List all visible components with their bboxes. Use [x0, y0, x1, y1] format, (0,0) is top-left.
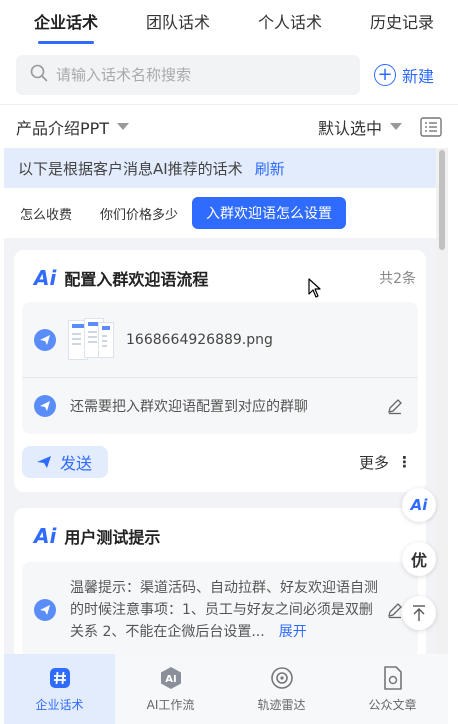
- script-list[interactable]: Ai 配置入群欢迎语流程 共2条 1668664926889.png 还需要把入…: [4, 238, 436, 654]
- search-icon: [30, 64, 48, 86]
- card-items: 1668664926889.png 还需要把入群欢迎语配置到对应的群聊: [22, 302, 418, 434]
- nav-label: AI工作流: [146, 697, 195, 712]
- nav-ai-workflow[interactable]: AI AI工作流: [115, 654, 226, 724]
- plus-circle-icon: +: [374, 64, 396, 86]
- new-label: 新建: [402, 67, 435, 86]
- search-input[interactable]: [56, 66, 346, 84]
- back-to-top-button[interactable]: [402, 596, 436, 630]
- nav-label: 企业话术: [35, 697, 84, 712]
- tab-personal-scripts[interactable]: 个人话术: [234, 0, 346, 46]
- send-label: 发送: [60, 454, 93, 473]
- selection-dropdown[interactable]: 默认选中: [318, 115, 402, 139]
- list-view-icon[interactable]: [420, 116, 442, 137]
- more-dots-icon: ⋮: [397, 453, 412, 471]
- edit-icon[interactable]: [386, 397, 404, 415]
- item-count: 共2条: [379, 271, 416, 287]
- category-label: 产品介绍PPT: [16, 118, 110, 138]
- selection-label: 默认选中: [317, 118, 382, 138]
- scrollbar[interactable]: [436, 148, 448, 654]
- card-title: 用户测试提示: [64, 528, 161, 547]
- ai-float-button[interactable]: Ai: [402, 488, 436, 522]
- nav-label: 公众文章: [368, 697, 417, 712]
- send-arrow-icon[interactable]: [34, 599, 56, 621]
- chip-welcome-setting[interactable]: 入群欢迎语怎么设置: [192, 197, 347, 229]
- script-text: 温馨提示：渠道活码、自动拉群、好友欢迎语自测的时候注意事项：1、员工与好友之间必…: [70, 580, 378, 640]
- more-label: 更多: [358, 453, 389, 472]
- ai-badge: Ai: [34, 266, 57, 290]
- ai-workflow-icon: AI: [159, 666, 183, 690]
- nav-enterprise-scripts[interactable]: 企业话术: [4, 654, 115, 724]
- optimize-float-button[interactable]: 优: [402, 542, 436, 576]
- radar-icon: [270, 666, 294, 690]
- list-item[interactable]: 1668664926889.png: [22, 302, 418, 378]
- script-card: Ai 用户测试提示 温馨提示：渠道活码、自动拉群、好友欢迎语自测的时候注意事项：…: [14, 508, 426, 654]
- ai-badge: Ai: [34, 524, 57, 548]
- ai-banner-text: 以下是根据客户消息AI推荐的话术: [18, 159, 243, 178]
- card-title: 配置入群欢迎语流程: [64, 270, 209, 289]
- caret-down-icon: [390, 123, 402, 130]
- image-thumbnail[interactable]: [68, 317, 114, 362]
- more-button[interactable]: 更多 ⋮: [359, 452, 412, 473]
- send-arrow-icon[interactable]: [34, 395, 56, 417]
- top-tab-bar: 企业话术 团队话术 个人话术 历史记录: [0, 0, 458, 46]
- nav-radar[interactable]: 轨迹雷达: [226, 654, 337, 724]
- new-script-button[interactable]: + 新建: [374, 63, 434, 87]
- category-dropdown[interactable]: 产品介绍PPT: [16, 115, 130, 139]
- chip-how-charge[interactable]: 怎么收费: [20, 204, 72, 223]
- list-item[interactable]: 还需要把入群欢迎语配置到对应的群聊: [22, 378, 418, 434]
- filter-row: 产品介绍PPT 默认选中: [0, 104, 458, 148]
- tab-team-scripts[interactable]: 团队话术: [122, 0, 234, 46]
- scroll-thumb[interactable]: [439, 150, 445, 250]
- send-button[interactable]: 发送: [22, 446, 109, 478]
- refresh-link[interactable]: 刷新: [255, 158, 285, 179]
- tab-enterprise-scripts[interactable]: 企业话术: [10, 0, 122, 46]
- nav-label: 轨迹雷达: [257, 697, 306, 712]
- script-text: 还需要把入群欢迎语配置到对应的群聊: [70, 399, 308, 415]
- caret-down-icon: [117, 123, 130, 130]
- card-items: 温馨提示：渠道活码、自动拉群、好友欢迎语自测的时候注意事项：1、员工与好友之间必…: [22, 562, 418, 654]
- article-icon: [381, 665, 405, 690]
- tab-history[interactable]: 历史记录: [346, 0, 458, 46]
- expand-link[interactable]: 展开: [279, 624, 307, 640]
- chip-price[interactable]: 你们价格多少: [100, 204, 178, 223]
- send-arrow-icon[interactable]: [34, 328, 56, 351]
- svg-text:AI: AI: [165, 674, 176, 685]
- send-icon: [37, 456, 51, 468]
- file-name: 1668664926889.png: [126, 331, 273, 348]
- search-box[interactable]: [16, 55, 360, 95]
- ai-recommend-banner: 以下是根据客户消息AI推荐的话术 刷新: [4, 148, 436, 188]
- bottom-nav: 企业话术 AI AI工作流 轨迹雷达 公众文章: [4, 654, 448, 724]
- list-item[interactable]: 温馨提示：渠道活码、自动拉群、好友欢迎语自测的时候注意事项：1、员工与好友之间必…: [22, 562, 418, 654]
- search-row: + 新建: [0, 52, 458, 98]
- keyword-chips: 怎么收费 你们价格多少 入群欢迎语怎么设置: [4, 188, 436, 238]
- nav-articles[interactable]: 公众文章: [337, 654, 448, 724]
- script-card: Ai 配置入群欢迎语流程 共2条 1668664926889.png 还需要把入…: [14, 250, 426, 492]
- hash-icon: [48, 666, 72, 690]
- mouse-cursor: [308, 278, 322, 302]
- arrow-up-icon: [413, 605, 425, 621]
